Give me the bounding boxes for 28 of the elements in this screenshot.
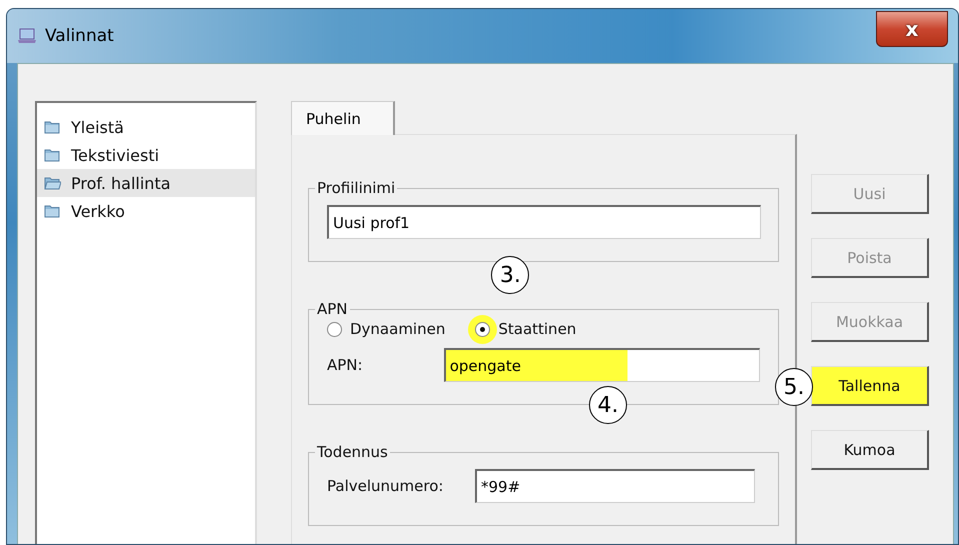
open-folder-icon [44,176,61,190]
radio-button[interactable] [327,322,342,336]
input-field[interactable]: *99# [475,469,755,503]
tree-item[interactable]: Verkko [37,197,255,225]
close-button[interactable]: x [876,11,948,47]
group-title: Todennus [316,443,389,461]
dialog-button[interactable]: Tallenna [811,366,929,406]
field-label: Palvelunumero: [327,477,444,495]
step-marker: 4. [589,386,627,424]
apn-field[interactable]: opengate [444,348,760,382]
radio-label: Staattinen [498,320,576,338]
tree-item[interactable]: Yleistä [37,113,255,141]
folder-icon [44,204,61,218]
group-title: APN [316,300,349,318]
field-label: APN: [327,356,364,374]
step-marker: 3. [491,256,530,294]
tab[interactable]: Puhelin [291,101,395,135]
laptop-icon [17,27,37,45]
input-field[interactable]: Uusi prof1 [327,205,761,239]
dialog-button[interactable]: Kumoa [811,430,929,470]
group-title: Profiilinimi [316,179,396,197]
tree-item[interactable]: Tekstiviesti [37,141,255,169]
folder-icon [44,148,61,162]
step-marker: 5. [775,368,813,406]
tree-item[interactable]: Prof. hallinta [37,169,255,197]
radio-label: Dynaaminen [350,320,446,338]
window-title: Valinnat [45,26,115,46]
folder-icon [44,120,61,134]
